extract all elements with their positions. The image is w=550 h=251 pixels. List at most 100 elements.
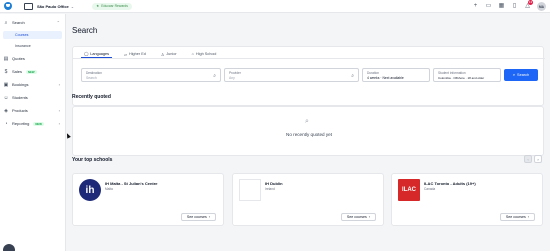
sidebar-item-label: Products	[12, 108, 28, 113]
see-courses-button[interactable]: See courses ›	[499, 213, 535, 221]
chat-widget[interactable]	[3, 244, 15, 251]
sidebar-item-bookings[interactable]: ▣ Bookings ›	[3, 80, 62, 89]
dollar-icon: $	[4, 68, 8, 75]
sidebar-item-label: Search	[12, 20, 25, 25]
sidebar-item-label: Reporting	[12, 121, 30, 126]
duration-label: Duration	[367, 71, 380, 75]
tab-label: Junior	[166, 52, 177, 56]
sidebar-item-insurance[interactable]: Insurance	[3, 42, 62, 50]
school-logo: ILAC	[398, 179, 420, 201]
chevron-right-icon: ›	[58, 82, 60, 87]
chevron-right-icon: ›	[208, 215, 210, 219]
tab-label: Languages	[90, 51, 110, 56]
search-tabs: ◯ Languages ▱ Higher Ed ♙ Junior ⌂ High …	[81, 50, 219, 58]
search-panel: ◯ Languages ▱ Higher Ed ♙ Junior ⌂ High …	[72, 46, 545, 106]
star-icon: ★	[96, 4, 100, 8]
search-button-label: Search	[517, 73, 530, 77]
school-card[interactable]: IH Dublin Ireland See courses ›	[232, 173, 384, 226]
see-courses-button[interactable]: See courses ›	[180, 213, 216, 221]
avatar[interactable]: MA	[537, 2, 546, 11]
tab-divider	[73, 58, 545, 59]
briefcase-icon: ▣	[3, 81, 9, 88]
chevron-down-icon: ⌄	[70, 3, 75, 9]
box-icon: ◈	[4, 107, 8, 114]
tab-junior[interactable]: ♙ Junior	[158, 50, 180, 58]
school-icon: ⌂	[191, 52, 194, 56]
users-icon: ☺	[3, 94, 9, 101]
chart-icon: ◔	[4, 120, 8, 127]
sidebar-item-label: Sales	[12, 69, 23, 74]
see-courses-label: See courses	[186, 215, 207, 219]
new-badge: NEW	[33, 121, 44, 126]
school-name: IH Dublin	[265, 181, 283, 186]
rewards-label: Educasr Rewards	[101, 4, 128, 8]
document-icon: ▤	[3, 55, 9, 62]
office-selector[interactable]: São Paulo Office ⌄	[24, 2, 74, 11]
see-courses-label: See courses	[346, 215, 367, 219]
search-button[interactable]: ⌕ Search	[504, 69, 538, 81]
notification-count: 13	[528, 0, 533, 5]
top-schools-title: Your top schools	[72, 157, 113, 163]
search-icon: ⌕	[4, 19, 8, 26]
search-icon: ⌕	[213, 73, 216, 79]
school-card[interactable]: ih IH Malta - St Julian's Centre Malta S…	[72, 173, 224, 226]
backpack-icon: ♙	[160, 52, 165, 57]
see-courses-label: See courses	[505, 215, 526, 219]
top-bar: São Paulo Office ⌄ ★ Educasr Rewards + ▭…	[0, 0, 550, 13]
search-icon: ⌕	[305, 118, 309, 125]
page-title: Search	[72, 26, 98, 35]
school-city: Ireland	[265, 187, 275, 191]
sidebar-item-sales[interactable]: $ Sales NEW	[3, 67, 62, 76]
sidebar-item-search[interactable]: ⌕ Search ⌃	[3, 18, 62, 27]
provider-field[interactable]: Provider Any ⌕	[224, 68, 359, 82]
plus-icon[interactable]: +	[472, 3, 479, 10]
school-city: Malta	[105, 187, 113, 191]
destination-placeholder: Search	[86, 76, 97, 80]
calendar-icon[interactable]: ▦	[498, 3, 505, 10]
sidebar-item-courses[interactable]: Courses	[3, 31, 62, 39]
sidebar-item-reporting[interactable]: ◔ Reporting NEW ›	[3, 119, 62, 128]
new-badge: NEW	[26, 69, 37, 74]
tab-higher-ed[interactable]: ▱ Higher Ed	[121, 50, 149, 58]
chevron-right-icon: ›	[527, 215, 529, 219]
school-card[interactable]: ILAC ILAC Toronto - Adults (19+) Canada …	[391, 173, 543, 226]
tab-languages[interactable]: ◯ Languages	[81, 50, 113, 58]
sidebar: ⌕ Search ⌃ Courses Insurance ▤ Quotes $ …	[0, 14, 66, 251]
student-info-field[interactable]: Student information Colombia · Offshore …	[433, 68, 501, 82]
bell-icon[interactable]: △ 13	[524, 0, 533, 10]
app-logo[interactable]	[4, 2, 12, 10]
destination-field[interactable]: Destination Search ⌕	[81, 68, 221, 82]
school-city: Canada	[424, 187, 436, 191]
recently-quoted-panel: ⌕ No recently quoted yet	[72, 106, 544, 156]
sidebar-item-label: Students	[12, 95, 28, 100]
sidebar-item-label: Quotes	[12, 56, 25, 61]
chevron-up-icon: ⌃	[56, 20, 60, 25]
sidebar-item-quotes[interactable]: ▤ Quotes	[3, 54, 62, 63]
sidebar-item-label: Bookings	[12, 82, 29, 87]
search-icon: ⌕	[512, 73, 516, 77]
clipboard-icon[interactable]: ▯	[511, 3, 518, 10]
recently-quoted-title: Recently quoted	[72, 94, 111, 100]
see-courses-button[interactable]: See courses ›	[340, 213, 376, 221]
sidebar-item-products[interactable]: ◈ Products ›	[3, 106, 62, 115]
destination-label: Destination	[86, 71, 102, 75]
schools-pager: ‹ ›	[524, 155, 542, 163]
sidebar-item-students[interactable]: ☺ Students	[3, 93, 62, 102]
prev-button[interactable]: ‹	[524, 155, 532, 163]
provider-placeholder: Any	[229, 76, 235, 80]
rewards-badge[interactable]: ★ Educasr Rewards	[92, 2, 132, 10]
office-icon	[24, 2, 33, 10]
tab-high-school[interactable]: ⌂ High School	[189, 50, 220, 58]
school-name: IH Malta - St Julian's Centre	[105, 181, 158, 186]
duration-field[interactable]: Duration 4 weeks · Next available	[362, 68, 430, 82]
chevron-right-icon: ›	[58, 121, 60, 126]
top-icons: + ▭ ▦ ▯ △ 13 MA	[472, 0, 546, 13]
student-info-label: Student information	[438, 71, 466, 75]
main-content: Search ◯ Languages ▱ Higher Ed ♙ Junior …	[66, 14, 550, 251]
inbox-icon[interactable]: ▭	[485, 3, 492, 10]
next-button[interactable]: ›	[534, 155, 542, 163]
tab-label: High School	[195, 52, 217, 56]
duration-value: 4 weeks · Next available	[367, 76, 404, 80]
search-icon: ⌕	[351, 73, 354, 79]
office-label: São Paulo Office	[37, 3, 69, 9]
